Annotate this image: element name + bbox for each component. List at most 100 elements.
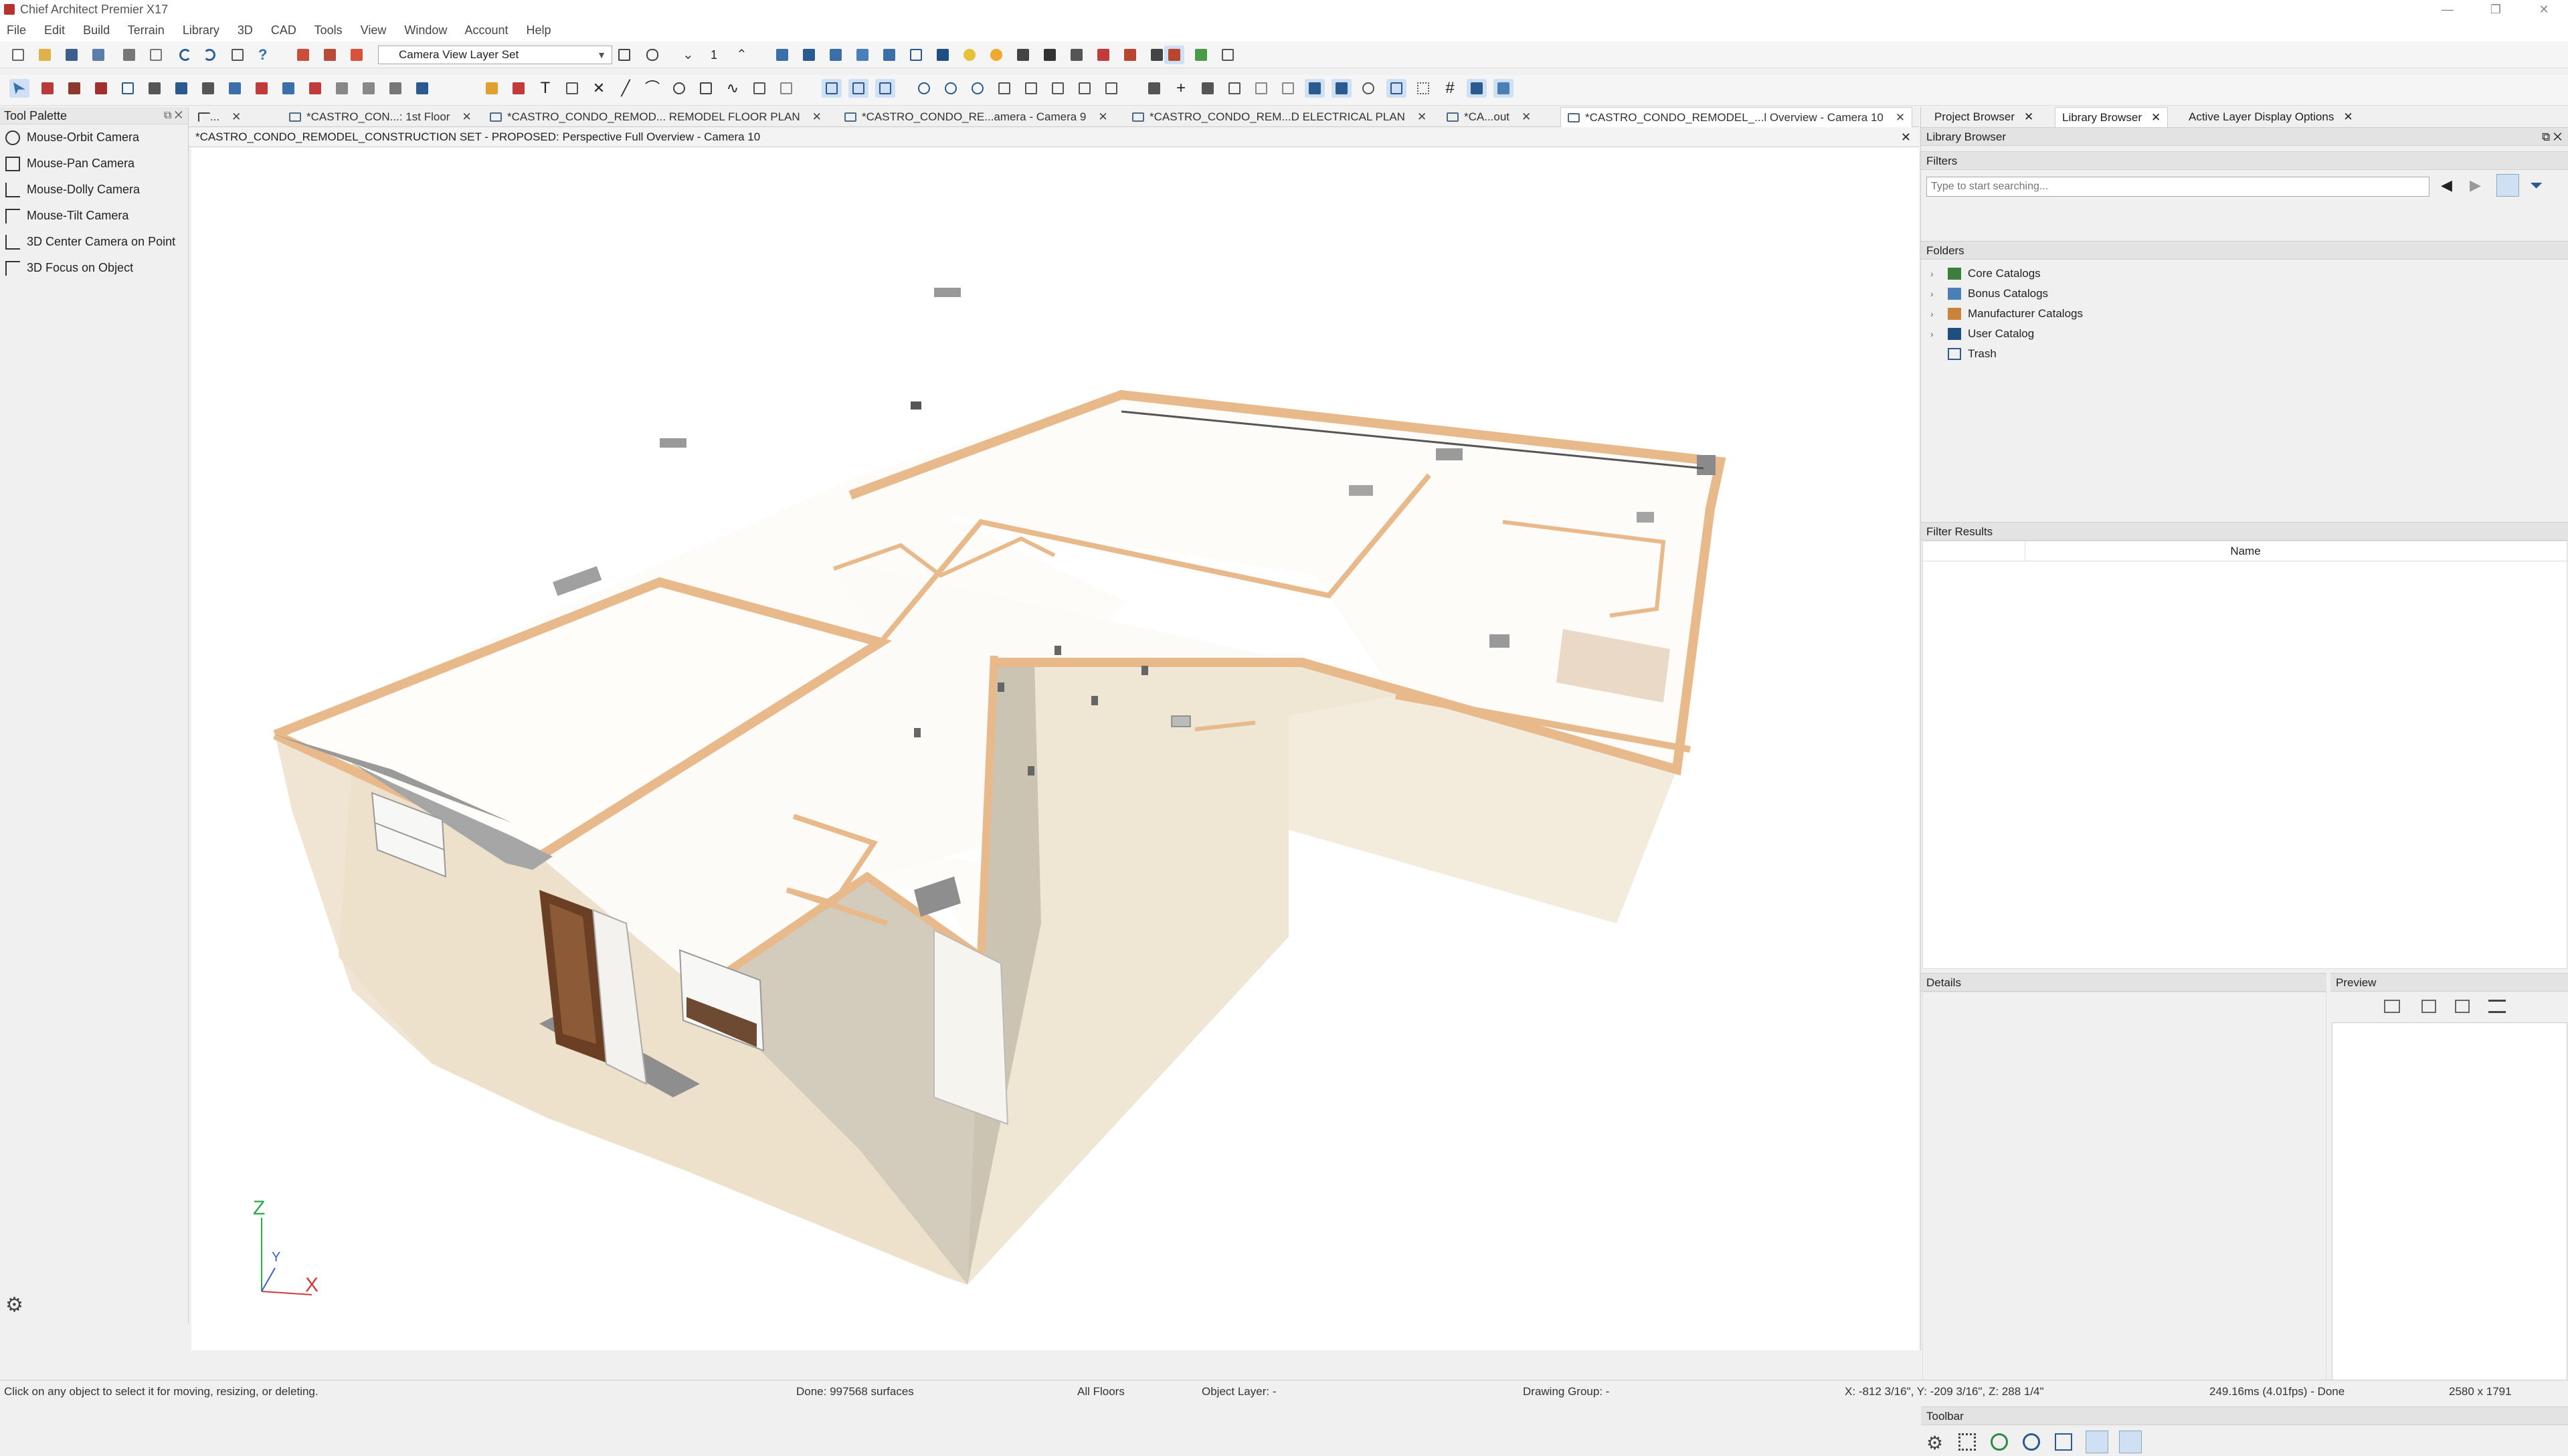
walkthrough-icon[interactable] xyxy=(933,46,953,64)
library-view-icon[interactable] xyxy=(2086,1431,2108,1453)
zoom-out-icon[interactable] xyxy=(968,79,988,98)
delete-objects-icon[interactable]: ✕ xyxy=(589,79,609,98)
material-painter-icon[interactable] xyxy=(1040,46,1060,64)
open-icon[interactable] xyxy=(35,46,55,64)
layer-check-icon[interactable] xyxy=(614,46,634,64)
undo-icon[interactable] xyxy=(175,46,195,64)
fill-all-icon[interactable] xyxy=(1048,79,1068,98)
preferences-icon[interactable] xyxy=(227,46,248,64)
gear-icon[interactable]: ⚙ xyxy=(1926,1432,1943,1454)
tab-remodel-floor-plan[interactable]: *CASTRO_CONDO_REMOD... REMODEL FLOOR PLA… xyxy=(483,107,822,127)
new-plan-icon[interactable] xyxy=(8,46,28,64)
polyline-tool-icon[interactable]: ∿ xyxy=(723,79,743,98)
framing-tools-icon[interactable] xyxy=(225,79,245,98)
float-close-icon[interactable]: ⧉ ✕ xyxy=(164,107,183,124)
filter-results-list[interactable]: Name xyxy=(1922,541,2568,969)
elevation-icon[interactable] xyxy=(852,46,873,64)
menu-3d[interactable]: 3D xyxy=(238,23,253,37)
floor-down-icon[interactable]: ⌄ xyxy=(678,46,699,64)
zoom-in-icon[interactable] xyxy=(941,79,961,98)
floor-number[interactable]: 1 xyxy=(704,46,724,64)
light-icon[interactable] xyxy=(1013,46,1033,64)
print-preview-icon[interactable] xyxy=(146,46,166,64)
checkmark-icon[interactable] xyxy=(2119,1431,2142,1453)
box-tool-icon[interactable] xyxy=(696,79,716,98)
tab-overflow[interactable]: ... ✕ xyxy=(190,107,241,127)
folder-user-catalog[interactable]: › User Catalog xyxy=(1921,324,2034,344)
folder-trash[interactable]: Trash xyxy=(1921,344,1997,364)
menu-cad[interactable]: CAD xyxy=(271,23,296,37)
tab-layout[interactable]: *CA...out ✕ xyxy=(1440,107,1531,127)
blank-icon[interactable] xyxy=(1251,79,1271,98)
pan-icon[interactable] xyxy=(1101,79,1121,98)
fill-preview-icon[interactable] xyxy=(2421,1000,2436,1013)
fill-screen-icon[interactable] xyxy=(1075,79,1095,98)
reference-grid-icon[interactable] xyxy=(1413,79,1433,98)
layout-view-icon[interactable] xyxy=(1218,46,1238,64)
close-icon[interactable]: ✕ xyxy=(812,110,822,123)
folder-core-catalogs[interactable]: › Core Catalogs xyxy=(1921,264,2041,284)
page-icon[interactable] xyxy=(1278,79,1298,98)
arc-tool-icon[interactable]: ⌒ xyxy=(642,79,662,98)
tool-mouse-orbit[interactable]: Mouse-Orbit Camera xyxy=(0,124,188,151)
close-icon[interactable]: ✕ xyxy=(2151,111,2161,124)
roof-tools-icon[interactable] xyxy=(198,79,218,98)
layer-display-icon[interactable] xyxy=(347,46,367,64)
house-preview-icon[interactable] xyxy=(2384,1000,2400,1013)
table-icon[interactable] xyxy=(1224,79,1245,98)
bring-forward-icon[interactable] xyxy=(1467,79,1487,98)
menu-edit[interactable]: Edit xyxy=(44,23,65,37)
chevron-right-icon[interactable]: › xyxy=(1930,304,1934,324)
overview-icon[interactable] xyxy=(906,46,926,64)
library-search-input[interactable] xyxy=(1926,177,2429,197)
house-tools-icon[interactable] xyxy=(252,79,272,98)
cross-section-icon[interactable] xyxy=(879,46,899,64)
folder-bonus-catalogs[interactable]: › Bonus Catalogs xyxy=(1921,284,2048,304)
back-arrow-icon[interactable]: ◀ xyxy=(2441,177,2452,194)
line-tool-icon[interactable]: ╱ xyxy=(616,79,636,98)
grid-icon[interactable]: # xyxy=(1440,79,1460,98)
circle-tool-icon[interactable] xyxy=(669,79,689,98)
close-icon[interactable]: ✕ xyxy=(1522,110,1531,123)
object-snap-icon[interactable] xyxy=(1358,79,1378,98)
fixture-tools-icon[interactable] xyxy=(278,79,298,98)
menu-build[interactable]: Build xyxy=(83,23,110,37)
tab-electrical-plan[interactable]: *CASTRO_CONDO_REM...D ELECTRICAL PLAN ✕ xyxy=(1125,107,1427,127)
layer-sets-icon[interactable] xyxy=(320,46,340,64)
tab-camera-9[interactable]: *CASTRO_CONDO_RE...amera - Camera 9 ✕ xyxy=(838,107,1108,127)
tab-project-browser[interactable]: Project Browser ✕ xyxy=(1928,107,2040,127)
folder-manufacturer-catalogs[interactable]: › Manufacturer Catalogs xyxy=(1921,304,2083,324)
globe-icon[interactable] xyxy=(2023,1433,2040,1451)
maximize-icon[interactable]: ❐ xyxy=(2476,0,2516,19)
tool-mouse-dolly[interactable]: Mouse-Dolly Camera xyxy=(0,177,188,203)
callout-tools-icon[interactable] xyxy=(562,79,582,98)
edit-area-icon[interactable] xyxy=(1144,79,1164,98)
layer-display-toggle-icon[interactable] xyxy=(848,79,868,98)
cad-block-icon[interactable] xyxy=(776,79,796,98)
tool-focus-object[interactable]: 3D Focus on Object xyxy=(0,255,188,281)
crosshair-icon[interactable]: + xyxy=(1171,79,1191,98)
tab-camera-10[interactable]: *CASTRO_CONDO_REMODEL_...l Overview - Ca… xyxy=(1560,107,1913,127)
wall-tools-icon[interactable] xyxy=(37,79,58,98)
3d-view-toggle-icon[interactable] xyxy=(1164,46,1184,64)
hand-icon[interactable] xyxy=(642,46,662,64)
terrain-tools-icon[interactable] xyxy=(359,79,379,98)
active-layer-icon[interactable] xyxy=(875,79,895,98)
sun-angle-icon[interactable] xyxy=(986,46,1006,64)
text-style-icon[interactable] xyxy=(749,79,769,98)
snap-icon[interactable] xyxy=(1305,79,1325,98)
tool-mouse-tilt[interactable]: Mouse-Tilt Camera xyxy=(0,203,188,229)
menu-window[interactable]: Window xyxy=(404,23,447,37)
close-icon[interactable]: ✕ xyxy=(1896,111,1905,124)
close-icon[interactable]: ✕ xyxy=(2343,110,2353,123)
cabinet-tools-icon[interactable] xyxy=(64,79,84,98)
camera-icon[interactable] xyxy=(799,46,819,64)
plan-view-icon[interactable] xyxy=(1191,46,1211,64)
minimize-icon[interactable]: — xyxy=(2427,0,2468,19)
menu-library[interactable]: Library xyxy=(183,23,219,37)
menu-account[interactable]: Account xyxy=(464,23,508,37)
tool-mouse-pan[interactable]: Mouse-Pan Camera xyxy=(0,151,188,177)
close-icon[interactable]: ✕ xyxy=(2024,110,2033,123)
layer-manager-icon[interactable] xyxy=(293,46,313,64)
redo-icon[interactable] xyxy=(199,46,219,64)
